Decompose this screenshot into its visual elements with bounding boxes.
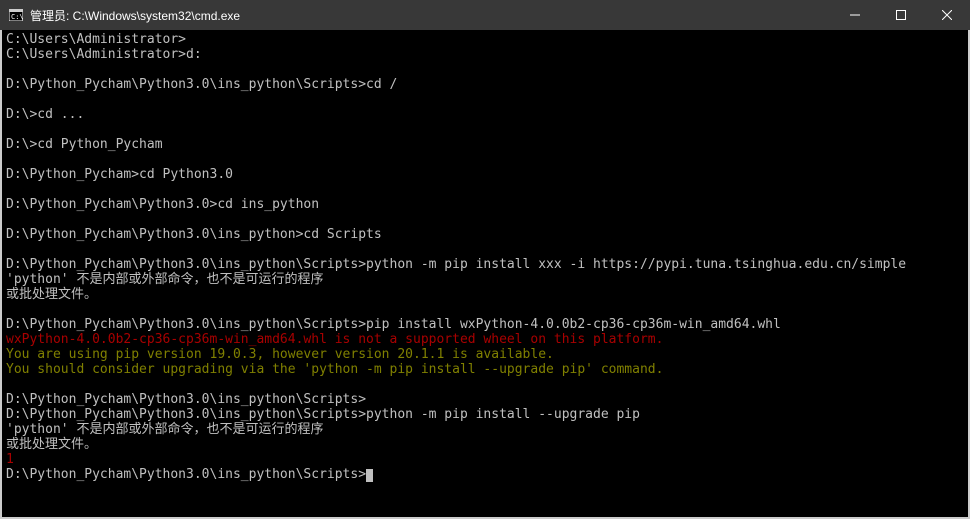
svg-text:C:\: C:\: [11, 13, 23, 21]
terminal-line: D:\>cd ...: [6, 107, 964, 122]
terminal-line: [6, 62, 964, 77]
window-title: 管理员: C:\Windows\system32\cmd.exe: [30, 7, 832, 24]
window-controls: [832, 0, 970, 30]
terminal-line: You are using pip version 19.0.3, howeve…: [6, 347, 964, 362]
terminal-line: 1: [6, 452, 964, 467]
terminal-line: 或批处理文件。: [6, 437, 964, 452]
terminal-line: D:\Python_Pycham>cd Python3.0: [6, 167, 964, 182]
terminal-line: wxPython-4.0.0b2-cp36-cp36m-win_amd64.wh…: [6, 332, 964, 347]
terminal-line: D:\Python_Pycham\Python3.0\ins_python\Sc…: [6, 407, 964, 422]
terminal-line: [6, 302, 964, 317]
terminal-line: [6, 182, 964, 197]
terminal-output[interactable]: C:\Users\Administrator>C:\Users\Administ…: [0, 30, 970, 519]
terminal-line: D:\Python_Pycham\Python3.0\ins_python>cd…: [6, 227, 964, 242]
cursor: [366, 469, 373, 482]
terminal-line: D:\Python_Pycham\Python3.0>cd ins_python: [6, 197, 964, 212]
terminal-line: [6, 152, 964, 167]
terminal-line: [6, 212, 964, 227]
minimize-button[interactable]: [832, 0, 878, 30]
maximize-button[interactable]: [878, 0, 924, 30]
terminal-line: C:\Users\Administrator>d:: [6, 47, 964, 62]
terminal-line: [6, 122, 964, 137]
terminal-line: You should consider upgrading via the 'p…: [6, 362, 964, 377]
terminal-line: C:\Users\Administrator>: [6, 32, 964, 47]
terminal-line: D:\Python_Pycham\Python3.0\ins_python\Sc…: [6, 257, 964, 272]
terminal-line: D:\Python_Pycham\Python3.0\ins_python\Sc…: [6, 77, 964, 92]
titlebar[interactable]: C:\ 管理员: C:\Windows\system32\cmd.exe: [0, 0, 970, 30]
terminal-line: 'python' 不是内部或外部命令，也不是可运行的程序: [6, 422, 964, 437]
terminal-line: 'python' 不是内部或外部命令，也不是可运行的程序: [6, 272, 964, 287]
cmd-icon: C:\: [8, 7, 24, 23]
terminal-line: [6, 377, 964, 392]
terminal-line: [6, 92, 964, 107]
terminal-line: 或批处理文件。: [6, 287, 964, 302]
terminal-line: D:\Python_Pycham\Python3.0\ins_python\Sc…: [6, 467, 964, 482]
close-button[interactable]: [924, 0, 970, 30]
terminal-line: D:\Python_Pycham\Python3.0\ins_python\Sc…: [6, 317, 964, 332]
terminal-line: D:\>cd Python_Pycham: [6, 137, 964, 152]
terminal-line: [6, 242, 964, 257]
terminal-line: D:\Python_Pycham\Python3.0\ins_python\Sc…: [6, 392, 964, 407]
